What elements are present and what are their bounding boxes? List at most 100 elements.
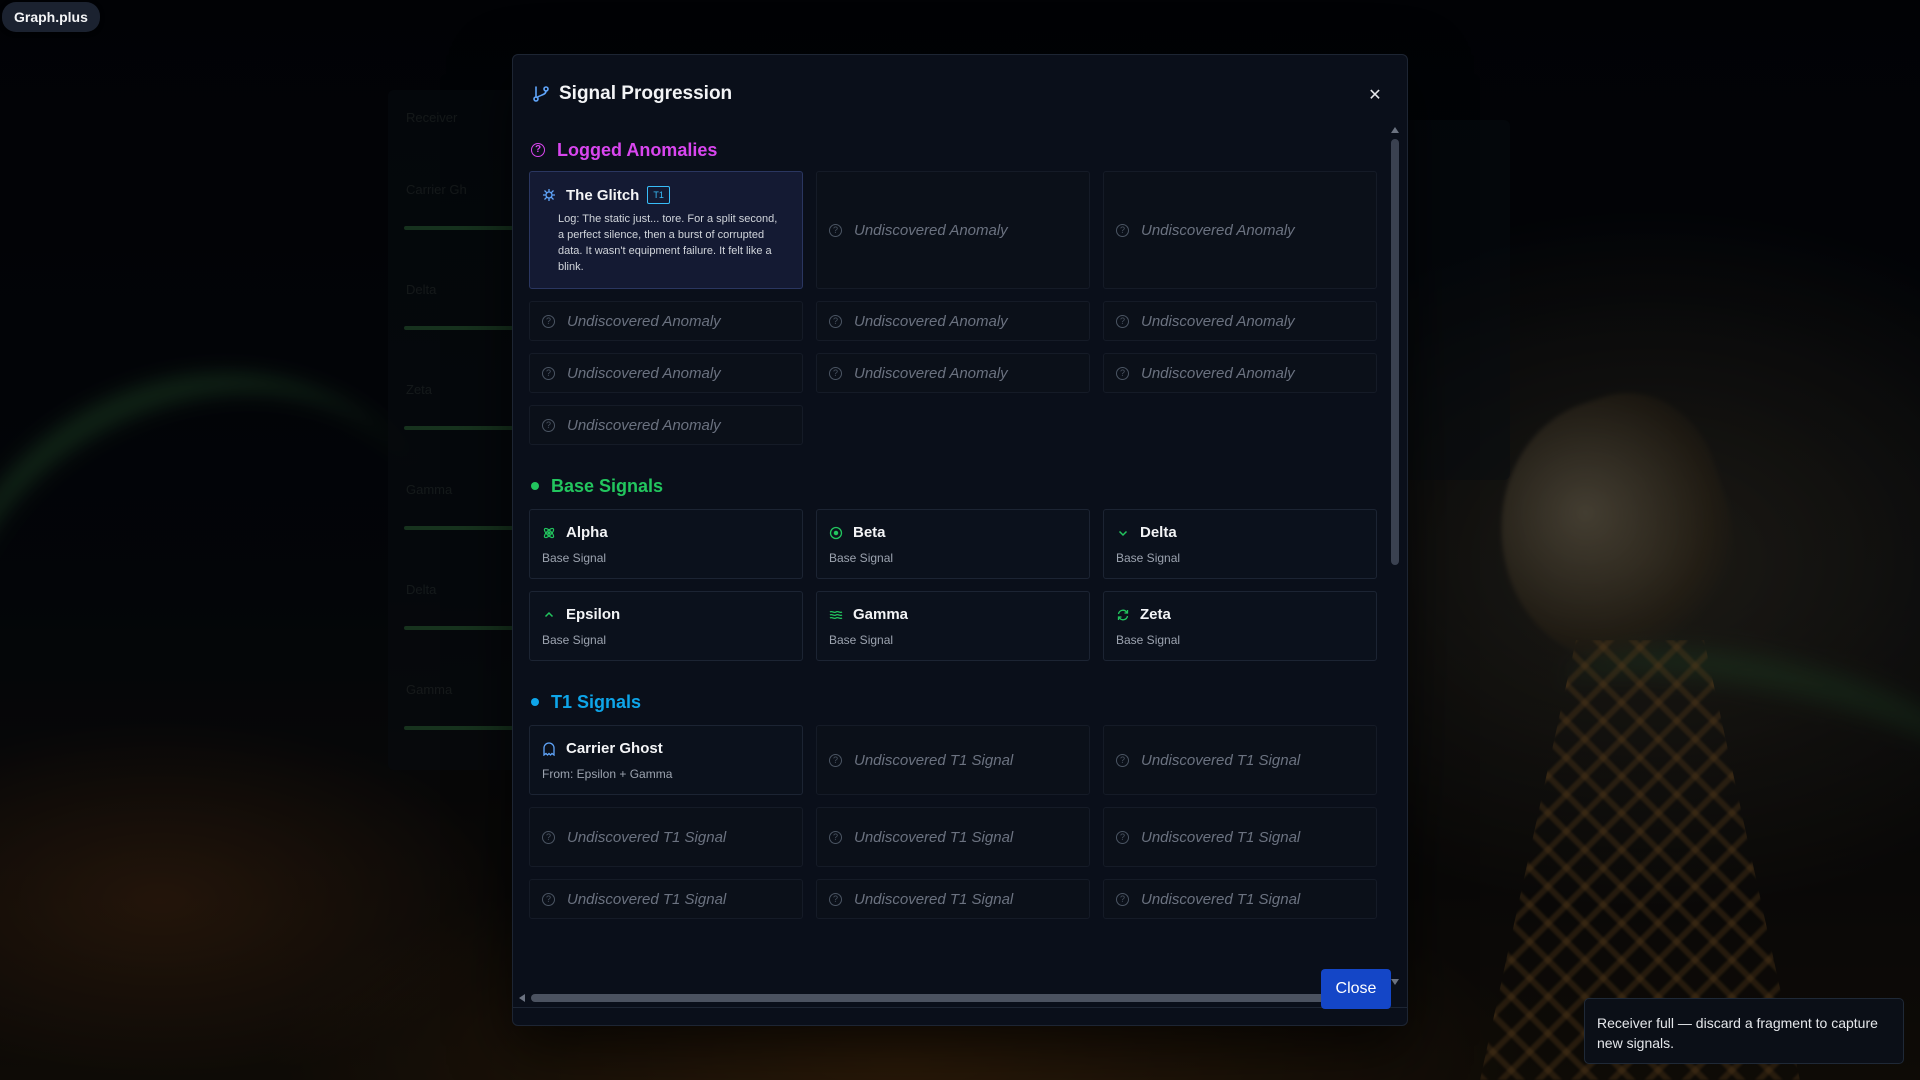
t1-card-carrier-ghost[interactable]: Carrier Ghost From: Epsilon + Gamma bbox=[529, 725, 803, 795]
close-icon[interactable]: ✕ bbox=[1361, 81, 1389, 109]
undiscovered-label: Undiscovered T1 Signal bbox=[1141, 890, 1301, 908]
card-name-row: Carrier Ghost bbox=[542, 740, 790, 757]
git-branch-icon bbox=[533, 86, 549, 102]
anomaly-card-undiscovered: ? Undiscovered Anomaly bbox=[1103, 353, 1377, 393]
undiscovered-label: Undiscovered Anomaly bbox=[1141, 364, 1295, 382]
modal-scroll-area[interactable]: ? Logged Anomalies The Glitch T1 Log: Th bbox=[529, 125, 1385, 995]
signal-type: Base Signal bbox=[829, 633, 894, 647]
scrollbar-thumb[interactable] bbox=[1391, 139, 1399, 565]
modal-header: Signal Progression ✕ bbox=[531, 77, 1389, 111]
signal-recipe: From: Epsilon + Gamma bbox=[542, 767, 673, 781]
question-icon: ? bbox=[1116, 830, 1129, 844]
question-icon: ? bbox=[1116, 314, 1129, 328]
undiscovered-label: Undiscovered T1 Signal bbox=[1141, 751, 1301, 769]
card-name-row: Zeta bbox=[1116, 606, 1364, 623]
signal-name: Delta bbox=[1140, 524, 1177, 541]
target-icon bbox=[829, 526, 843, 540]
modal-footer-divider bbox=[513, 1007, 1407, 1008]
close-button[interactable]: Close bbox=[1321, 969, 1391, 1009]
signal-type: Base Signal bbox=[1116, 633, 1181, 647]
scroll-down-arrow[interactable] bbox=[1391, 979, 1399, 985]
section-header-base-signals: Base Signals bbox=[531, 471, 1369, 501]
undiscovered-label: Undiscovered T1 Signal bbox=[567, 890, 727, 908]
chevron-down-icon bbox=[1116, 526, 1130, 540]
question-icon: ? bbox=[542, 418, 555, 432]
signal-progression-modal: Signal Progression ✕ ? Logged Anomalies bbox=[512, 54, 1408, 1026]
question-icon: ? bbox=[1116, 753, 1129, 767]
signal-type: Base Signal bbox=[542, 551, 607, 565]
horizontal-scrollbar[interactable] bbox=[517, 991, 1389, 1005]
anomaly-card-undiscovered: ? Undiscovered Anomaly bbox=[1103, 171, 1377, 289]
t1-card-undiscovered: ? Undiscovered T1 Signal bbox=[1103, 879, 1377, 919]
undiscovered-label: Undiscovered T1 Signal bbox=[854, 751, 1014, 769]
section-title: T1 Signals bbox=[551, 691, 642, 712]
undiscovered-label: Undiscovered Anomaly bbox=[1141, 312, 1295, 330]
anomaly-card-the-glitch[interactable]: The Glitch T1 Log: The static just... to… bbox=[529, 171, 803, 289]
anomalies-grid: The Glitch T1 Log: The static just... to… bbox=[529, 171, 1377, 445]
base-signal-card-gamma[interactable]: Gamma Base Signal bbox=[816, 591, 1090, 661]
question-icon: ? bbox=[829, 753, 842, 767]
signal-name: Epsilon bbox=[566, 606, 621, 623]
section-header-anomalies: ? Logged Anomalies bbox=[531, 135, 1369, 165]
signal-type: Base Signal bbox=[829, 551, 894, 565]
question-icon: ? bbox=[829, 892, 842, 906]
question-icon: ? bbox=[1116, 223, 1129, 237]
anomaly-card-undiscovered: ? Undiscovered Anomaly bbox=[529, 405, 803, 445]
modal-title: Signal Progression bbox=[559, 83, 733, 104]
base-signal-card-delta[interactable]: Delta Base Signal bbox=[1103, 509, 1377, 579]
undiscovered-label: Undiscovered T1 Signal bbox=[854, 828, 1014, 846]
t1-card-undiscovered: ? Undiscovered T1 Signal bbox=[816, 725, 1090, 795]
undiscovered-label: Undiscovered T1 Signal bbox=[1141, 828, 1301, 846]
card-name-row: Alpha bbox=[542, 524, 790, 541]
question-icon: ? bbox=[1116, 892, 1129, 906]
anomaly-card-undiscovered: ? Undiscovered Anomaly bbox=[816, 171, 1090, 289]
anomaly-name: The Glitch bbox=[566, 186, 640, 204]
signal-name: Gamma bbox=[853, 606, 909, 623]
anomaly-card-undiscovered: ? Undiscovered Anomaly bbox=[1103, 301, 1377, 341]
base-signal-card-alpha[interactable]: Alpha Base Signal bbox=[529, 509, 803, 579]
scroll-up-arrow[interactable] bbox=[1391, 127, 1399, 133]
vertical-scrollbar[interactable] bbox=[1389, 125, 1401, 987]
question-icon: ? bbox=[542, 314, 555, 328]
question-icon: ? bbox=[1116, 366, 1129, 380]
question-icon: ? bbox=[829, 314, 842, 328]
chevron-up-icon bbox=[542, 608, 556, 622]
undiscovered-label: Undiscovered Anomaly bbox=[567, 312, 721, 330]
base-signal-card-zeta[interactable]: Zeta Base Signal bbox=[1103, 591, 1377, 661]
bug-icon bbox=[542, 188, 556, 202]
undiscovered-label: Undiscovered Anomaly bbox=[854, 221, 1008, 239]
t1-card-undiscovered: ? Undiscovered T1 Signal bbox=[816, 879, 1090, 919]
anomaly-log-text: Log: The static just... tore. For a spli… bbox=[558, 213, 778, 273]
signal-type: Base Signal bbox=[542, 633, 607, 647]
card-name-row: Beta bbox=[829, 524, 1077, 541]
scrollbar-thumb[interactable] bbox=[531, 994, 1367, 1002]
undiscovered-label: Undiscovered Anomaly bbox=[854, 364, 1008, 382]
question-icon: ? bbox=[542, 892, 555, 906]
undiscovered-label: Undiscovered Anomaly bbox=[567, 364, 721, 382]
status-dot bbox=[531, 698, 539, 706]
anomaly-card-undiscovered: ? Undiscovered Anomaly bbox=[529, 301, 803, 341]
section-header-t1-signals: T1 Signals bbox=[531, 687, 1369, 717]
tier-badge: T1 bbox=[647, 186, 670, 204]
signal-name: Beta bbox=[853, 524, 886, 541]
question-icon: ? bbox=[829, 830, 842, 844]
card-name-row: Delta bbox=[1116, 524, 1364, 541]
question-icon: ? bbox=[829, 223, 842, 237]
t1-signals-grid: Carrier Ghost From: Epsilon + Gamma ? Und… bbox=[529, 725, 1377, 919]
question-icon: ? bbox=[542, 366, 555, 380]
base-signal-card-beta[interactable]: Beta Base Signal bbox=[816, 509, 1090, 579]
anomaly-card-undiscovered: ? Undiscovered Anomaly bbox=[816, 301, 1090, 341]
undiscovered-label: Undiscovered Anomaly bbox=[854, 312, 1008, 330]
scroll-left-arrow[interactable] bbox=[519, 994, 525, 1002]
section-title: Base Signals bbox=[551, 475, 664, 496]
base-signal-card-epsilon[interactable]: Epsilon Base Signal bbox=[529, 591, 803, 661]
question-icon: ? bbox=[531, 143, 545, 157]
modal-content: ? Logged Anomalies The Glitch T1 Log: Th bbox=[529, 125, 1377, 919]
card-name-row: Epsilon bbox=[542, 606, 790, 623]
undiscovered-label: Undiscovered Anomaly bbox=[567, 416, 721, 434]
t1-card-undiscovered: ? Undiscovered T1 Signal bbox=[1103, 807, 1377, 867]
waves-icon bbox=[829, 608, 843, 622]
anomaly-card-undiscovered: ? Undiscovered Anomaly bbox=[816, 353, 1090, 393]
t1-card-undiscovered: ? Undiscovered T1 Signal bbox=[1103, 725, 1377, 795]
base-signals-grid: Alpha Base Signal Beta Base Signal Delta… bbox=[529, 509, 1377, 661]
